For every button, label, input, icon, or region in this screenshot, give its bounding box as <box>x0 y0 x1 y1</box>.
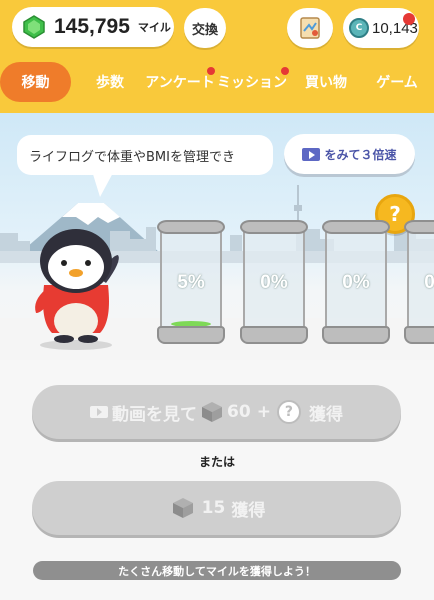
jar-base <box>322 326 390 344</box>
green-gem-icon <box>23 15 45 39</box>
speech-bubble: ライフログで体重やBMIを管理でき <box>17 135 273 175</box>
hint-banner: たくさん移動してマイルを獲得しよう！ <box>33 561 401 580</box>
jar-percent: 5% <box>177 272 205 293</box>
exchange-button[interactable]: 交換 <box>184 8 226 48</box>
progress-jar: 0% <box>322 220 390 348</box>
earn-amount: 15 <box>201 498 226 518</box>
tab-game[interactable]: ゲーム <box>374 62 420 102</box>
jar-lid <box>322 220 390 234</box>
question-icon: ? <box>276 400 301 424</box>
coin-icon: C <box>349 18 369 38</box>
jar-percent: 0% <box>342 272 370 293</box>
watch-amount: 60 <box>227 402 251 422</box>
jar-percent: 0% <box>424 272 434 293</box>
category-tabs: 移動 歩数 アンケート ミッション 買い物 ゲーム <box>0 62 434 104</box>
miles-balance[interactable]: 145,795 マイル <box>12 7 174 47</box>
progress-jar: 0% <box>240 220 308 348</box>
earn-text: 獲得 <box>308 404 343 425</box>
map-button[interactable] <box>287 8 333 48</box>
penguin-mascot <box>35 229 119 350</box>
cube-icon <box>172 498 193 518</box>
watch-video-label: をみて３倍速 <box>324 147 397 162</box>
jar-lid <box>240 220 308 234</box>
progress-jar: 5% <box>157 220 225 348</box>
miles-value: 145,795 <box>54 15 130 38</box>
jar-percent: 0% <box>260 272 288 293</box>
tab-move[interactable]: 移動 <box>0 62 71 102</box>
earn-button[interactable]: 15 獲得 <box>32 481 401 535</box>
jar-base <box>404 326 434 344</box>
plus-sign: + <box>256 402 271 422</box>
mission-badge <box>281 67 289 75</box>
progress-scene: ライフログで体重やBMIを管理でき をみて３倍速 ? 5% 0% 0% 0 <box>0 113 434 360</box>
tab-steps[interactable]: 歩数 <box>88 62 132 102</box>
miles-unit: マイル <box>137 21 171 34</box>
earn-text: 獲得 <box>231 500 266 521</box>
tab-shopping[interactable]: 買い物 <box>303 62 349 102</box>
jar-base <box>157 326 225 344</box>
video-icon <box>302 147 321 161</box>
watch-video-earn-button[interactable]: 動画を見て 60 + ? 獲得 <box>32 385 401 439</box>
video-icon <box>90 406 109 418</box>
cube-icon <box>202 402 223 422</box>
tab-survey[interactable]: アンケート <box>145 62 214 102</box>
watch-video-text: 動画を見て <box>112 404 198 425</box>
speech-bubble-tail <box>92 171 114 197</box>
progress-jar: 0% <box>404 220 434 348</box>
watch-video-speedup-button[interactable]: をみて３倍速 <box>284 134 415 174</box>
or-label: または <box>198 455 235 469</box>
notification-badge <box>403 13 415 25</box>
header-bar: 145,795 マイル 交換 C 10,143 移動 歩数 アンケート ミッショ… <box>0 0 434 113</box>
tab-mission[interactable]: ミッション <box>217 62 287 102</box>
jar-lid <box>157 220 225 234</box>
jar-base <box>240 326 308 344</box>
map-scroll-icon <box>300 17 320 39</box>
jar-lid <box>404 220 434 234</box>
survey-badge <box>207 67 215 75</box>
